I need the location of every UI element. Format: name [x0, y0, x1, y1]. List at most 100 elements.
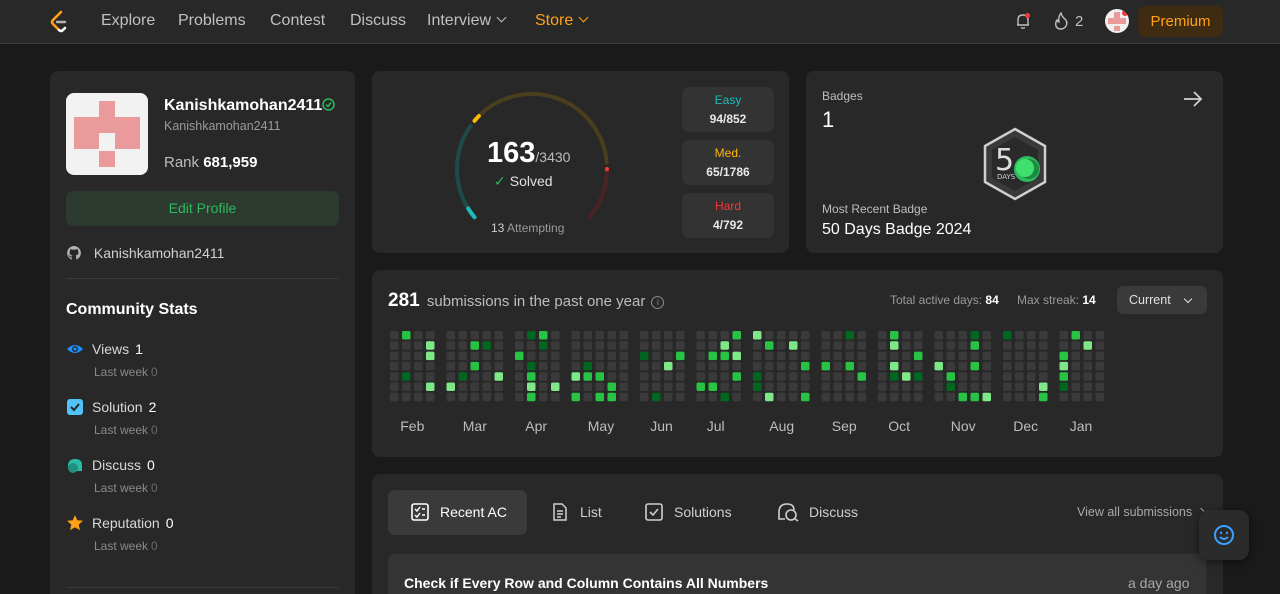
- heatmap-cell[interactable]: [640, 351, 649, 361]
- heatmap-cell[interactable]: [595, 392, 605, 402]
- heatmap-cell[interactable]: [652, 372, 661, 381]
- heatmap-cell[interactable]: [527, 361, 536, 371]
- tab-list[interactable]: List: [550, 490, 602, 535]
- heatmap-cell[interactable]: [1071, 341, 1081, 350]
- heatmap-cell[interactable]: [696, 351, 706, 361]
- heatmap-cell[interactable]: [571, 392, 581, 402]
- heatmap-cell[interactable]: [821, 351, 831, 361]
- heatmap-cell[interactable]: [494, 361, 504, 371]
- heatmap-cell[interactable]: [664, 361, 673, 371]
- heatmap-cell[interactable]: [676, 382, 685, 392]
- heatmap-cell[interactable]: [551, 372, 560, 381]
- heatmap-cell[interactable]: [595, 331, 605, 340]
- heatmap-cell[interactable]: [982, 331, 992, 340]
- heatmap-cell[interactable]: [494, 372, 504, 381]
- heatmap-cell[interactable]: [777, 372, 786, 381]
- heatmap-cell[interactable]: [551, 351, 560, 361]
- heatmap-cell[interactable]: [619, 331, 629, 340]
- heatmap-cell[interactable]: [821, 331, 831, 340]
- heatmap-cell[interactable]: [1095, 382, 1105, 392]
- heatmap-cell[interactable]: [470, 351, 480, 361]
- heatmap-cell[interactable]: [1003, 331, 1012, 340]
- heatmap-cell[interactable]: [390, 382, 399, 392]
- heatmap-cell[interactable]: [1083, 361, 1093, 371]
- heatmap-cell[interactable]: [970, 372, 980, 381]
- list-item[interactable]: Check if Every Row and Column Contains A…: [388, 554, 1206, 594]
- heatmap-cell[interactable]: [390, 341, 399, 350]
- heatmap-cell[interactable]: [845, 351, 855, 361]
- heatmap-cell[interactable]: [1015, 392, 1024, 402]
- heatmap-cell[interactable]: [902, 392, 911, 402]
- heatmap-cell[interactable]: [970, 351, 980, 361]
- heatmap-cell[interactable]: [595, 382, 605, 392]
- heatmap-cell[interactable]: [708, 341, 718, 350]
- heatmap-cell[interactable]: [1027, 392, 1036, 402]
- heatmap-cell[interactable]: [934, 372, 944, 381]
- heatmap-cell[interactable]: [458, 361, 468, 371]
- heatmap-cell[interactable]: [1015, 361, 1024, 371]
- heatmap-cell[interactable]: [890, 341, 899, 350]
- heatmap-cell[interactable]: [402, 351, 411, 361]
- heatmap-cell[interactable]: [1015, 341, 1024, 350]
- heatmap-cell[interactable]: [732, 382, 742, 392]
- heatmap-cell[interactable]: [732, 372, 742, 381]
- heatmap-cell[interactable]: [595, 372, 605, 381]
- heatmap-cell[interactable]: [753, 392, 762, 402]
- heatmap-cell[interactable]: [890, 392, 899, 402]
- heatmap-cell[interactable]: [914, 382, 923, 392]
- heatmap-cell[interactable]: [789, 331, 798, 340]
- heatmap-cell[interactable]: [914, 361, 923, 371]
- heatmap-cell[interactable]: [527, 372, 536, 381]
- heatmap-cell[interactable]: [640, 341, 649, 350]
- heatmap-cell[interactable]: [539, 361, 548, 371]
- heatmap-cell[interactable]: [583, 351, 593, 361]
- leetcode-logo-icon[interactable]: [48, 10, 70, 34]
- heatmap-cell[interactable]: [789, 392, 798, 402]
- heatmap-cell[interactable]: [1015, 372, 1024, 381]
- tab-discuss[interactable]: Discuss: [777, 490, 858, 535]
- heatmap-cell[interactable]: [1083, 331, 1093, 340]
- heatmap-cell[interactable]: [1059, 341, 1069, 350]
- heatmap-cell[interactable]: [664, 382, 673, 392]
- nav-contest[interactable]: Contest: [270, 12, 325, 30]
- heatmap-cell[interactable]: [426, 392, 435, 402]
- heatmap-cell[interactable]: [732, 361, 742, 371]
- heatmap-cell[interactable]: [857, 392, 867, 402]
- heatmap-cell[interactable]: [583, 341, 593, 350]
- tab-solutions[interactable]: Solutions: [644, 490, 732, 535]
- nav-interview[interactable]: Interview: [427, 12, 507, 30]
- heatmap-cell[interactable]: [470, 331, 480, 340]
- heatmap-cell[interactable]: [732, 392, 742, 402]
- heatmap-cell[interactable]: [652, 351, 661, 361]
- heatmap-cell[interactable]: [458, 392, 468, 402]
- heatmap-cell[interactable]: [426, 372, 435, 381]
- heatmap-cell[interactable]: [1059, 331, 1069, 340]
- heatmap-cell[interactable]: [446, 392, 456, 402]
- heatmap-cell[interactable]: [1071, 361, 1081, 371]
- hard-box[interactable]: Hard 4/792: [682, 193, 774, 238]
- heatmap-cell[interactable]: [720, 361, 730, 371]
- heatmap-cell[interactable]: [676, 392, 685, 402]
- heatmap-cell[interactable]: [539, 341, 548, 350]
- heatmap-cell[interactable]: [414, 361, 423, 371]
- heatmap-cell[interactable]: [946, 341, 956, 350]
- heatmap-cell[interactable]: [1027, 372, 1036, 381]
- heatmap-cell[interactable]: [482, 351, 492, 361]
- github-link[interactable]: Kanishkamohan2411: [66, 245, 224, 261]
- heatmap-cell[interactable]: [527, 331, 536, 340]
- heatmap-cell[interactable]: [970, 382, 980, 392]
- heatmap-cell[interactable]: [1071, 382, 1081, 392]
- heatmap-cell[interactable]: [833, 331, 843, 340]
- heatmap-cell[interactable]: [426, 361, 435, 371]
- heatmap-cell[interactable]: [458, 372, 468, 381]
- heatmap-cell[interactable]: [720, 331, 730, 340]
- heatmap-cell[interactable]: [890, 351, 899, 361]
- heatmap-cell[interactable]: [515, 341, 524, 350]
- heatmap-cell[interactable]: [551, 341, 560, 350]
- heatmap-cell[interactable]: [765, 331, 774, 340]
- heatmap-cell[interactable]: [571, 361, 581, 371]
- fire-icon[interactable]: [1053, 12, 1069, 30]
- heatmap-cell[interactable]: [652, 331, 661, 340]
- heatmap-cell[interactable]: [1015, 331, 1024, 340]
- heatmap-cell[interactable]: [595, 351, 605, 361]
